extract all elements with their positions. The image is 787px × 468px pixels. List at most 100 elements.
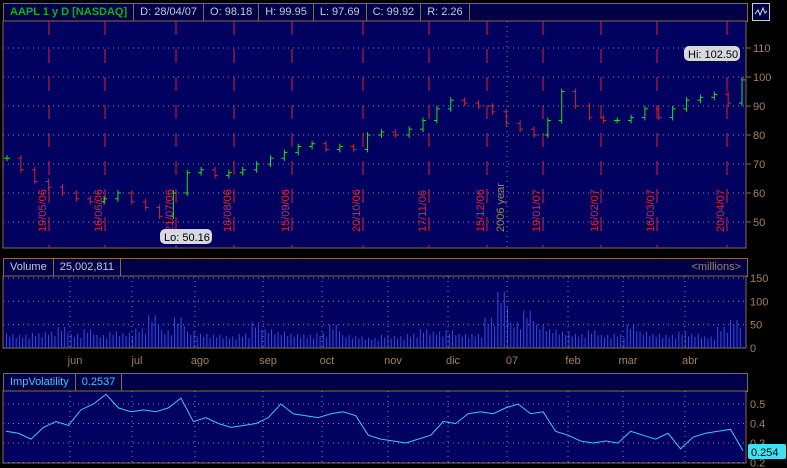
volume-bar [584, 337, 586, 348]
month-label: oct [320, 355, 335, 367]
volume-bar [591, 333, 593, 348]
volume-bar [597, 335, 599, 348]
month-label: 07 [506, 355, 518, 367]
volume-bar [565, 334, 567, 348]
volume-bar [22, 337, 24, 348]
month-label: mar [619, 355, 638, 367]
volume-bar [112, 334, 114, 348]
year-label: 2006 year [495, 183, 507, 232]
volume-bar [12, 333, 14, 348]
volume-bar [691, 333, 693, 348]
volume-bar [490, 317, 492, 348]
volume-bar [439, 331, 441, 348]
volume-bar [675, 338, 677, 348]
volume-bar [694, 336, 696, 348]
volume-bar [119, 336, 121, 348]
month-label: dic [446, 355, 461, 367]
volume-bar [403, 339, 405, 348]
volume-bar [730, 319, 732, 348]
volume-bar [390, 338, 392, 348]
volume-bar [468, 337, 470, 348]
volume-bar [196, 336, 198, 348]
volume-bar [225, 336, 227, 348]
volume-bar [18, 334, 20, 348]
volume-bar [688, 336, 690, 348]
volume-bar [500, 303, 502, 348]
volume-bar [613, 333, 615, 348]
date-line-label: 15/12/06 [475, 189, 487, 232]
volume-bar [419, 329, 421, 348]
volume-bar [442, 336, 444, 348]
date-line-label: 19/01/07 [531, 189, 543, 232]
volume-bar [41, 337, 43, 348]
date-line-label: 20/10/06 [351, 189, 363, 232]
price-tick-label: 70 [753, 159, 765, 171]
volume-bar [144, 333, 146, 348]
volume-bar [329, 324, 331, 348]
volume-bar [222, 338, 224, 348]
volume-bar [309, 334, 311, 348]
volume-bar [477, 333, 479, 348]
volume-bar [435, 334, 437, 348]
volume-bar [271, 329, 273, 348]
volume-bar [552, 333, 554, 348]
hi-annotation: Hi: 102.50 [688, 49, 738, 61]
volume-tick-label: 100 [750, 296, 768, 308]
volume-bar [681, 334, 683, 348]
volume-bar [471, 333, 473, 348]
volume-bar [167, 330, 169, 348]
volume-bar [9, 336, 11, 348]
lo-annotation: Lo: 50.16 [164, 232, 210, 244]
volume-bar [306, 337, 308, 348]
volume-tick-label: 150 [750, 273, 768, 285]
volume-bar [536, 324, 538, 348]
volume-bar [406, 333, 408, 348]
iv-tick-label: 0.5 [750, 399, 765, 411]
volume-bar [351, 338, 353, 348]
month-label: jun [67, 355, 83, 367]
volume-bar [629, 329, 631, 348]
volume-bar [458, 333, 460, 348]
volume-bar [542, 324, 544, 348]
volume-bar [513, 327, 515, 348]
volume-bar [73, 336, 75, 348]
volume-bar [726, 332, 728, 348]
volume-bar [374, 337, 376, 348]
volume-bar [707, 338, 709, 348]
volume-bar [652, 333, 654, 348]
volume-bar [322, 333, 324, 348]
volume-bar [106, 338, 108, 348]
chart-canvas[interactable]: 50 60 70 80 90 100 110 19/05/06 16/06/06 21/07/06… [0, 0, 787, 468]
volume-bar [232, 336, 234, 348]
volume-bar [138, 332, 140, 348]
month-label: nov [384, 355, 402, 367]
price-tick-label: 90 [753, 101, 765, 113]
volume-bar [355, 336, 357, 348]
iv-last-tag: 0.254 [751, 447, 779, 459]
volume-bar [620, 333, 622, 348]
volume-bar [448, 333, 450, 348]
volume-bar [287, 336, 289, 348]
volume-bar [38, 333, 40, 348]
volume-bar [626, 324, 628, 348]
volume-bar [148, 315, 150, 348]
volume-bar [549, 329, 551, 348]
volume-bar [432, 331, 434, 348]
volume-bar [180, 317, 182, 348]
volume-bar [710, 336, 712, 348]
iv-tick-label: 0.2 [750, 458, 765, 468]
volume-bar [529, 310, 531, 348]
price-tick-label: 60 [753, 188, 765, 200]
volume-bar [484, 317, 486, 348]
volume-bar [455, 335, 457, 348]
volume-bar [739, 327, 741, 348]
volume-bar [293, 336, 295, 348]
volume-bar [578, 336, 580, 348]
volume-bar [15, 337, 17, 348]
volume-bar [481, 337, 483, 348]
volume-bar [610, 338, 612, 348]
volume-bar [241, 336, 243, 348]
volume-bar [348, 334, 350, 348]
volume-bar [642, 334, 644, 348]
volume-bar [558, 334, 560, 348]
